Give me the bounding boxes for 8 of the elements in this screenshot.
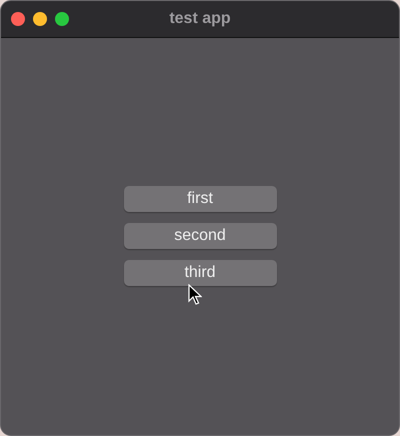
- close-icon[interactable]: [11, 12, 25, 26]
- window-title: test app: [169, 10, 231, 28]
- minimize-icon[interactable]: [33, 12, 47, 26]
- cursor-icon: [188, 284, 202, 306]
- push-button[interactable]: third: [124, 260, 276, 286]
- zoom-icon[interactable]: [55, 12, 69, 26]
- push-button[interactable]: second: [124, 223, 276, 249]
- push-button[interactable]: first: [124, 186, 276, 212]
